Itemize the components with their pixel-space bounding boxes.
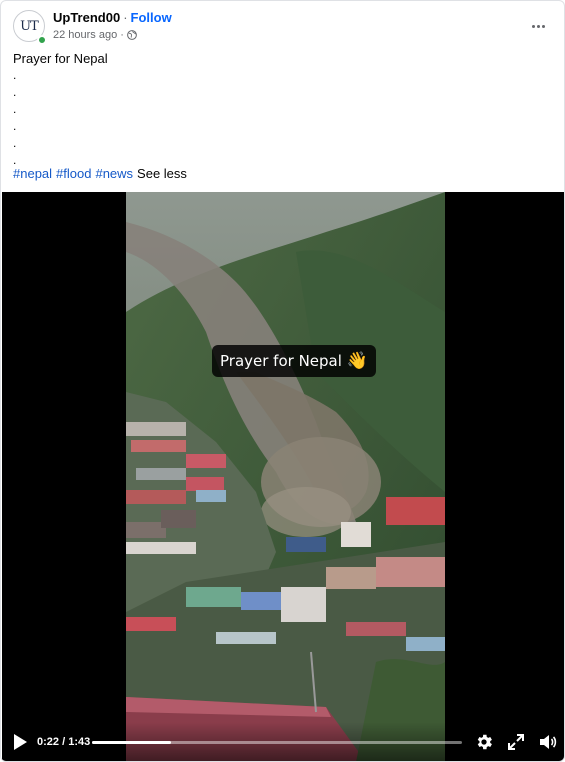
online-status-icon (37, 35, 47, 45)
post-body: Prayer for Nepal . . . . . . (13, 50, 108, 169)
video-controls: 0:22 / 1:43 (2, 722, 564, 761)
volume-icon[interactable] (538, 732, 558, 752)
author-name[interactable]: UpTrend00 (53, 10, 120, 25)
hashtag-link[interactable]: #nepal (13, 166, 52, 181)
globe-icon (127, 30, 137, 40)
see-less-button[interactable]: See less (137, 166, 187, 181)
progress-bar[interactable] (92, 741, 462, 744)
more-dot-icon (536, 24, 540, 28)
post-text-dot: . (13, 136, 17, 150)
post-meta: 22 hours ago · (53, 29, 137, 41)
current-time: 0:22 (37, 736, 60, 748)
avatar-initials: UT (20, 18, 39, 34)
video-caption: Prayer for Nepal 👋 (212, 345, 377, 377)
post-text-dot: . (13, 68, 17, 82)
separator-dot: · (123, 10, 128, 25)
hashtag-row: #nepal #flood #news See less (13, 165, 187, 182)
settings-icon[interactable] (474, 732, 494, 752)
post-text: Prayer for Nepal (13, 51, 108, 66)
post-text-dot: . (13, 102, 17, 116)
duration: 1:43 (68, 736, 91, 748)
separator-dot: · (120, 29, 124, 41)
more-dot-icon (541, 24, 545, 28)
post-text-dot: . (13, 119, 17, 133)
more-options-button[interactable] (526, 14, 550, 38)
video-frame[interactable]: Prayer for Nepal 👋 (126, 192, 445, 761)
flood-scene-image (126, 192, 445, 761)
post-header: UT UpTrend00 · Follow 22 hours ago · (11, 8, 556, 48)
post-timestamp[interactable]: 22 hours ago (53, 29, 117, 41)
hashtag-link[interactable]: #news (95, 166, 133, 181)
fullscreen-icon[interactable] (507, 733, 525, 751)
play-icon[interactable] (12, 733, 28, 751)
video-time: 0:22 / 1:43 (37, 736, 90, 748)
progress-fill (92, 741, 171, 744)
hashtag-link[interactable]: #flood (56, 166, 91, 181)
waving-hand-icon: 👋 (346, 351, 369, 371)
author-row: UpTrend00 · Follow (53, 10, 172, 25)
follow-button[interactable]: Follow (131, 10, 172, 25)
post-text-dot: . (13, 85, 17, 99)
caption-text: Prayer for Nepal (220, 352, 342, 370)
more-dot-icon (531, 24, 535, 28)
video-player[interactable]: Prayer for Nepal 👋 0:22 / 1:43 (2, 192, 564, 761)
post-card: UT UpTrend00 · Follow 22 hours ago · Praye… (0, 0, 565, 762)
